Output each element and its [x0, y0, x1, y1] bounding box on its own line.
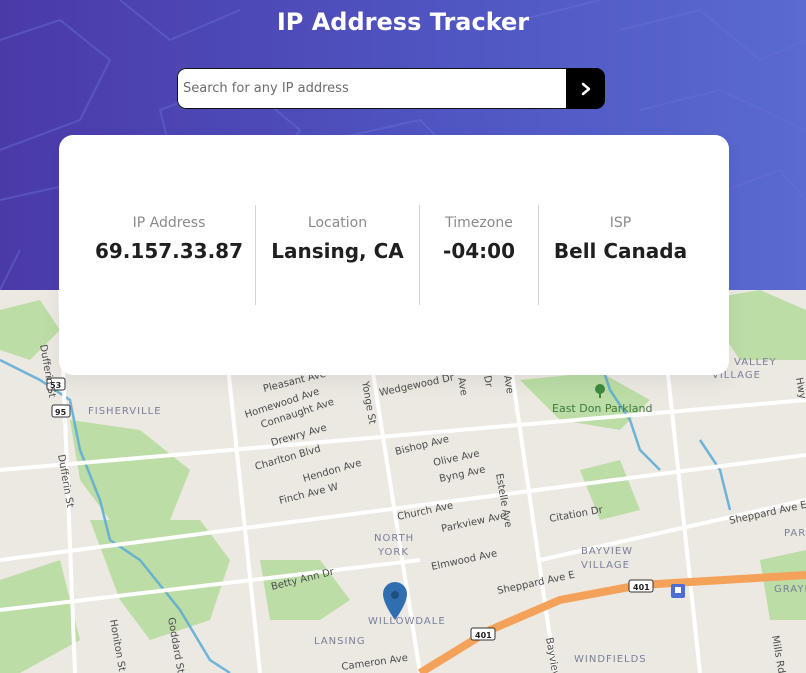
route-shield-401-west: 401 [475, 631, 492, 640]
area-label: NORTH [374, 533, 414, 544]
info-value: Lansing, CA [271, 239, 404, 263]
route-shield-95: 95 [55, 408, 67, 417]
info-ip-address: IP Address 69.157.33.87 [71, 205, 267, 305]
area-label: VILLAGE [581, 560, 630, 571]
chevron-right-icon [581, 82, 590, 95]
transit-icon [671, 584, 685, 598]
info-timezone: Timezone -04:00 [420, 205, 538, 305]
area-label: GRAYD [774, 584, 806, 595]
ip-info-card: IP Address 69.157.33.87 Location Lansing… [59, 135, 729, 375]
info-isp: ISP Bell Canada [539, 205, 702, 305]
info-label: Timezone [445, 215, 513, 231]
info-label: IP Address [132, 215, 206, 231]
info-value: Bell Canada [553, 239, 688, 263]
area-label: VALLEY [734, 357, 777, 368]
page-title: IP Address Tracker [276, 8, 530, 36]
info-value: 69.157.33.87 [94, 239, 244, 263]
area-label: LANSING [314, 636, 366, 647]
area-label: BAYVIEW [581, 546, 633, 557]
park-label: East Don Parkland [552, 402, 652, 415]
area-label: PARK [784, 528, 806, 539]
area-label: FISHERVILLE [88, 406, 162, 417]
search-submit-button[interactable] [566, 68, 605, 109]
info-label: ISP [609, 215, 632, 231]
route-shield-401-east: 401 [633, 583, 650, 592]
area-label: YORK [377, 547, 409, 558]
area-label: WILLOWDALE [368, 616, 446, 627]
search-input[interactable] [177, 68, 573, 109]
search-bar [177, 68, 605, 109]
info-location: Location Lansing, CA [256, 205, 419, 305]
info-value: -04:00 [443, 239, 515, 263]
area-label: WINDFIELDS [574, 654, 647, 665]
info-label: Location [307, 215, 368, 231]
